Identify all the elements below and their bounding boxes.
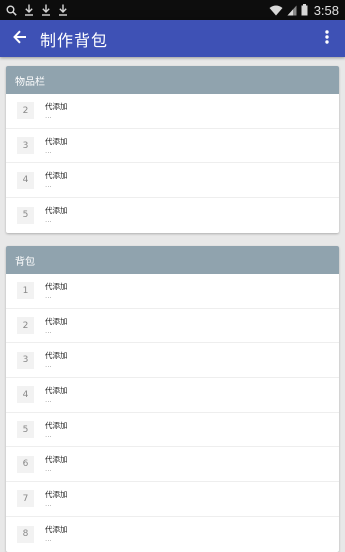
slot-number: 5: [17, 421, 34, 439]
item-subtitle: ...: [45, 326, 52, 335]
item-subtitle: ...: [45, 146, 52, 155]
slot-number: 2: [17, 317, 34, 335]
slot-number: 5: [17, 206, 34, 224]
section-header: 背包: [6, 246, 339, 274]
slot-number: 2: [17, 102, 34, 120]
download-icon: [58, 4, 68, 16]
item-name: 代添加: [45, 525, 68, 535]
item-name: 代添加: [45, 351, 68, 361]
item-subtitle: ...: [45, 111, 52, 120]
item-subtitle: ...: [45, 465, 52, 474]
back-button[interactable]: [2, 20, 38, 57]
list-item[interactable]: 8 代添加 ...: [6, 517, 339, 552]
list-item[interactable]: 3 代添加 ...: [6, 129, 339, 164]
list-item[interactable]: 3 代添加 ...: [6, 343, 339, 379]
battery-icon: [301, 4, 308, 16]
item-subtitle: ...: [45, 430, 52, 439]
item-name: 代添加: [45, 420, 68, 430]
slot-number: 6: [17, 455, 34, 473]
item-name: 代添加: [45, 489, 68, 499]
list-item[interactable]: 1 代添加 ...: [6, 274, 339, 309]
search-icon: [6, 5, 17, 16]
slot-number: 3: [17, 137, 34, 155]
slot-number: 4: [17, 171, 34, 189]
wifi-icon: [269, 5, 283, 16]
more-vert-icon: [325, 29, 329, 48]
item-subtitle: ...: [45, 361, 52, 370]
backpack-section: 背包 1 代添加 ... 2 代添加 ... 3 代添加 ... 4 代添加 .…: [6, 246, 339, 552]
arrow-back-icon: [13, 29, 27, 48]
slot-number: 8: [17, 525, 34, 543]
clock-time: 3:58: [313, 2, 339, 18]
list-item[interactable]: 6 代添加 ...: [6, 447, 339, 483]
slot-number: 3: [17, 351, 34, 369]
signal-icon: [287, 5, 297, 16]
status-bar: 3:58: [0, 0, 345, 20]
list-item[interactable]: 7 代添加 ...: [6, 482, 339, 517]
list-item[interactable]: 4 代添加 ...: [6, 378, 339, 413]
slot-number: 7: [17, 490, 34, 508]
download-icon: [24, 4, 34, 16]
overflow-menu-button[interactable]: [315, 20, 339, 57]
item-name: 代添加: [45, 316, 68, 326]
item-subtitle: ...: [45, 291, 52, 300]
item-name: 代添加: [45, 206, 68, 216]
download-icon: [41, 4, 51, 16]
item-subtitle: ...: [45, 499, 52, 508]
item-name: 代添加: [45, 136, 68, 146]
item-subtitle: ...: [45, 216, 52, 225]
item-subtitle: ...: [45, 395, 52, 404]
section-header: 物品栏: [6, 66, 339, 94]
item-name: 代添加: [45, 385, 68, 395]
list-item[interactable]: 5 代添加 ...: [6, 413, 339, 448]
item-subtitle: ...: [45, 535, 52, 544]
list-item[interactable]: 5 代添加 ...: [6, 198, 339, 233]
list-item[interactable]: 4 代添加 ...: [6, 163, 339, 199]
item-name: 代添加: [45, 101, 68, 111]
app-bar: 制作背包: [0, 20, 345, 57]
item-name: 代添加: [45, 171, 68, 181]
slot-number: 1: [17, 282, 34, 300]
list-item[interactable]: 2 代添加 ...: [6, 309, 339, 344]
item-subtitle: ...: [45, 181, 52, 190]
list-item[interactable]: 2 代添加 ...: [6, 94, 339, 129]
page-title: 制作背包: [40, 30, 109, 50]
hotbar-section: 物品栏 2 代添加 ... 3 代添加 ... 4 代添加 ... 5 代添加 …: [6, 66, 339, 233]
item-name: 代添加: [45, 455, 68, 465]
item-name: 代添加: [45, 281, 68, 291]
slot-number: 4: [17, 386, 34, 404]
